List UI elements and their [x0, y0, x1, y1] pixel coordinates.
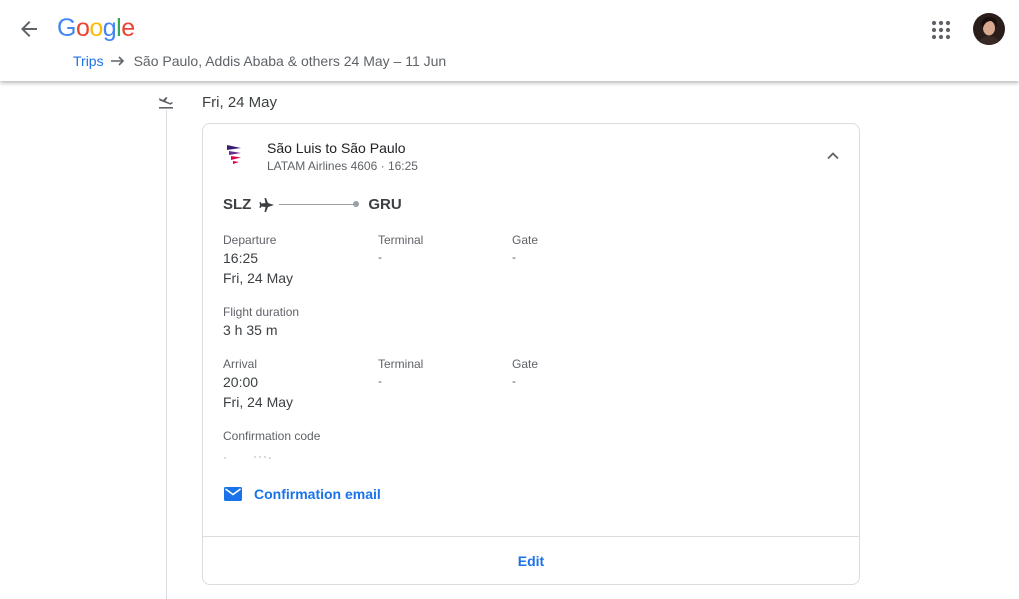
arrival-terminal-value: -	[378, 374, 382, 388]
latam-airline-logo	[225, 142, 249, 168]
confirmation-code-redacted	[223, 452, 283, 464]
edit-button[interactable]: Edit	[203, 537, 859, 585]
breadcrumb-current-trip: São Paulo, Addis Ababa & others 24 May –…	[133, 53, 447, 69]
breadcrumb: Trips São Paulo, Addis Ababa & others 24…	[73, 53, 446, 69]
email-icon	[224, 487, 242, 501]
arrival-time: 20:00	[223, 374, 259, 390]
day-heading: Fri, 24 May	[202, 94, 278, 111]
departure-terminal-value: -	[378, 250, 382, 264]
departure-time: 16:25	[223, 250, 259, 266]
breadcrumb-trips-link[interactable]: Trips	[73, 53, 104, 69]
apps-grid-icon[interactable]	[930, 19, 952, 41]
confirmation-email-link[interactable]: Confirmation email	[223, 486, 381, 502]
destination-airport: GRU	[368, 196, 402, 213]
departure-gate-label: Gate	[512, 233, 539, 247]
departure-label: Departure	[223, 233, 277, 247]
chevron-up-icon[interactable]	[823, 146, 843, 166]
arrival-label: Arrival	[223, 357, 258, 371]
account-avatar[interactable]	[973, 13, 1005, 45]
airplane-icon	[259, 197, 275, 213]
departure-terminal-label: Terminal	[378, 233, 424, 247]
flight-subtitle: LATAM Airlines 4606 · 16:25	[267, 159, 418, 173]
arrival-terminal-label: Terminal	[378, 357, 424, 371]
duration-value: 3 h 35 m	[223, 322, 278, 338]
confirmation-email-label: Confirmation email	[254, 486, 381, 502]
arrival-gate-value: -	[512, 374, 516, 388]
duration-label: Flight duration	[223, 305, 300, 319]
timeline-line	[166, 110, 167, 599]
google-logo[interactable]: Google	[57, 14, 135, 43]
top-header: Google Trips São Paulo, Addis Ababa & ot…	[0, 0, 1019, 81]
arrow-right-icon	[110, 55, 126, 67]
flight-landing-icon	[157, 93, 175, 111]
route-summary: SLZ GRU	[223, 196, 402, 213]
arrival-gate-label: Gate	[512, 357, 539, 371]
departure-date: Fri, 24 May	[223, 270, 294, 286]
confirmation-code-label: Confirmation code	[223, 429, 321, 443]
flight-card: São Luis to São Paulo LATAM Airlines 460…	[202, 123, 860, 585]
departure-gate-value: -	[512, 250, 516, 264]
arrival-date: Fri, 24 May	[223, 394, 294, 410]
back-arrow-icon[interactable]	[17, 17, 41, 41]
origin-airport: SLZ	[223, 196, 252, 213]
route-line	[279, 201, 360, 207]
flight-title: São Luis to São Paulo	[267, 140, 406, 156]
